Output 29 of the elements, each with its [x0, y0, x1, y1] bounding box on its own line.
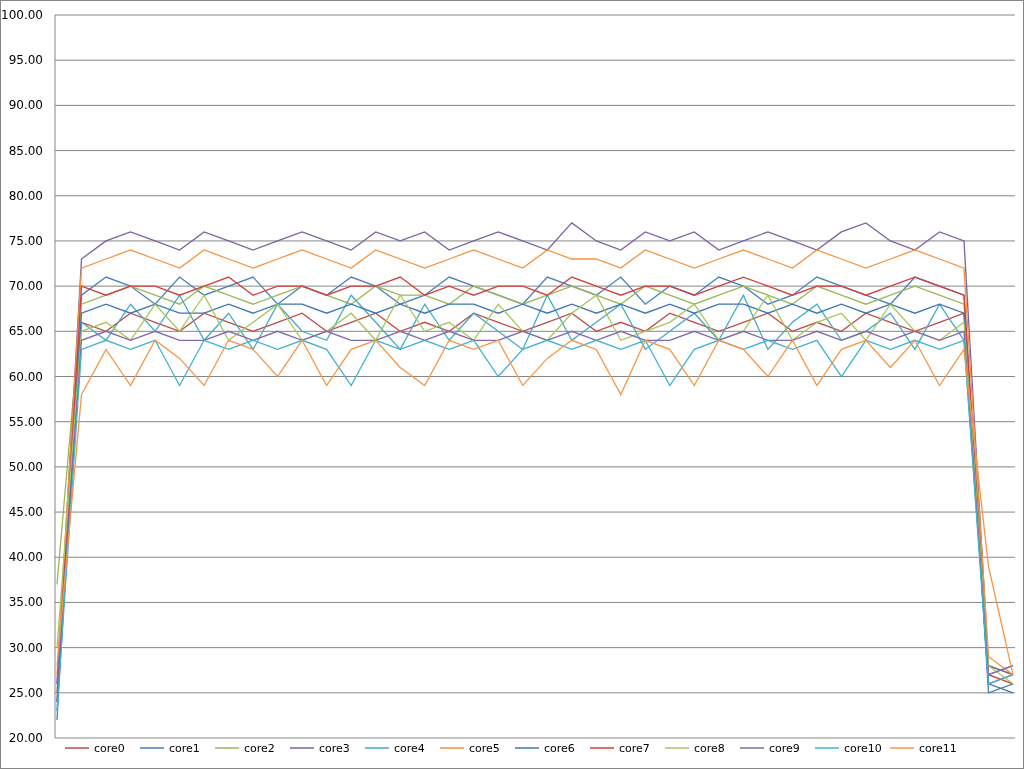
axis-tick-label: 70.00	[8, 279, 43, 294]
legend-label: core10	[844, 742, 882, 755]
axis-tick-label: 25.00	[8, 685, 43, 700]
legend-label: core1	[169, 742, 200, 755]
axis-tick-label: 45.00	[8, 505, 43, 520]
legend-label: core8	[694, 742, 725, 755]
legend-label: core9	[769, 742, 800, 755]
legend-label: core0	[94, 742, 125, 755]
axis-tick-label: 60.00	[8, 369, 43, 384]
axis-tick-label: 40.00	[8, 550, 43, 565]
legend-label: core6	[544, 742, 575, 755]
axis-tick-label: 20.00	[8, 731, 43, 745]
legend-label: core2	[244, 742, 275, 755]
axis-tick-label: 80.00	[8, 188, 43, 203]
axis-tick-label: 30.00	[8, 640, 43, 655]
legend-label: core7	[619, 742, 650, 755]
axis-tick-label: 50.00	[8, 459, 43, 474]
legend-label: core4	[394, 742, 425, 755]
axis-tick-label: 90.00	[8, 98, 43, 113]
axis-tick-label: 55.00	[8, 414, 43, 429]
legend-label: core5	[469, 742, 500, 755]
axis-tick-label: 35.00	[8, 595, 43, 610]
legend-label: core3	[319, 742, 350, 755]
axis-tick-label: 65.00	[8, 324, 43, 339]
axis-tick-label: 85.00	[8, 143, 43, 158]
axis-tick-label: 100.00	[1, 8, 43, 22]
legend-label: core11	[919, 742, 957, 755]
axis-tick-label: 75.00	[8, 233, 43, 248]
axis-tick-label: 95.00	[8, 53, 43, 68]
